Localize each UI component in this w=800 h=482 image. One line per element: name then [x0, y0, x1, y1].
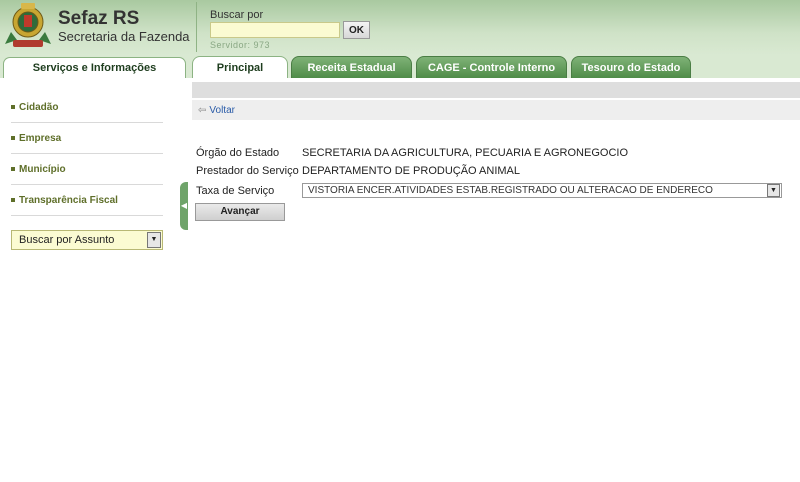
taxa-select-value: VISTORIA ENCER.ATIVIDADES ESTAB.REGISTRA… [308, 185, 713, 196]
subject-select-value: Buscar por Assunto [19, 234, 115, 246]
sidebar-item-label: Município [19, 164, 66, 175]
bullet-icon [11, 167, 15, 172]
subject-select[interactable]: Buscar por Assunto ▼ [11, 230, 163, 250]
tab-receita-estadual[interactable]: Receita Estadual [291, 56, 412, 78]
rs-coat-of-arms-icon[interactable] [5, 2, 51, 52]
sidebar-item-empresa[interactable]: Empresa [11, 123, 163, 154]
collapse-left-icon[interactable]: ◀ [180, 182, 188, 230]
tab-principal[interactable]: Principal [192, 56, 288, 78]
back-link[interactable]: ⇦ Voltar [198, 105, 235, 116]
brand-subtitle: Secretaria da Fazenda [58, 29, 190, 44]
bullet-icon [11, 136, 15, 141]
sidebar-item-cidadao[interactable]: Cidadão [11, 92, 163, 123]
tab-services-info[interactable]: Serviços e Informações [3, 57, 186, 78]
sidebar-item-transparencia[interactable]: Transparência Fiscal [11, 185, 163, 216]
content-top-strip [192, 82, 800, 98]
advance-button[interactable]: Avançar [195, 203, 285, 221]
sidebar-item-label: Transparência Fiscal [19, 195, 118, 206]
sidebar-item-label: Empresa [19, 133, 62, 144]
back-label: Voltar [209, 105, 235, 116]
server-indicator: Servidor: 973 [210, 40, 271, 50]
brand-title: Sefaz RS [58, 8, 140, 29]
search-label: Buscar por [210, 9, 264, 21]
bullet-icon [11, 198, 15, 203]
tab-cage[interactable]: CAGE - Controle Interno [416, 56, 567, 78]
tab-tesouro[interactable]: Tesouro do Estado [571, 56, 691, 78]
site-header: Sefaz RS Secretaria da Fazenda Buscar po… [0, 0, 800, 55]
back-bar [192, 100, 800, 120]
bullet-icon [11, 105, 15, 110]
orgao-value: SECRETARIA DA AGRICULTURA, PECUARIA E AG… [302, 147, 628, 159]
header-divider [196, 2, 197, 52]
taxa-label: Taxa de Serviço [196, 185, 275, 197]
orgao-label: Órgão do Estado [196, 147, 280, 159]
taxa-select[interactable]: VISTORIA ENCER.ATIVIDADES ESTAB.REGISTRA… [302, 183, 782, 198]
search-ok-button[interactable]: OK [343, 21, 370, 39]
sidebar-item-municipio[interactable]: Município [11, 154, 163, 185]
search-input[interactable] [210, 22, 340, 38]
sidebar-item-label: Cidadão [19, 102, 59, 113]
prestador-value: DEPARTAMENTO DE PRODUÇÃO ANIMAL [302, 165, 521, 177]
prestador-label: Prestador do Serviço [196, 165, 299, 177]
chevron-down-icon[interactable]: ▼ [147, 232, 161, 248]
back-arrow-icon: ⇦ [198, 105, 207, 116]
chevron-down-icon[interactable]: ▼ [767, 184, 780, 197]
